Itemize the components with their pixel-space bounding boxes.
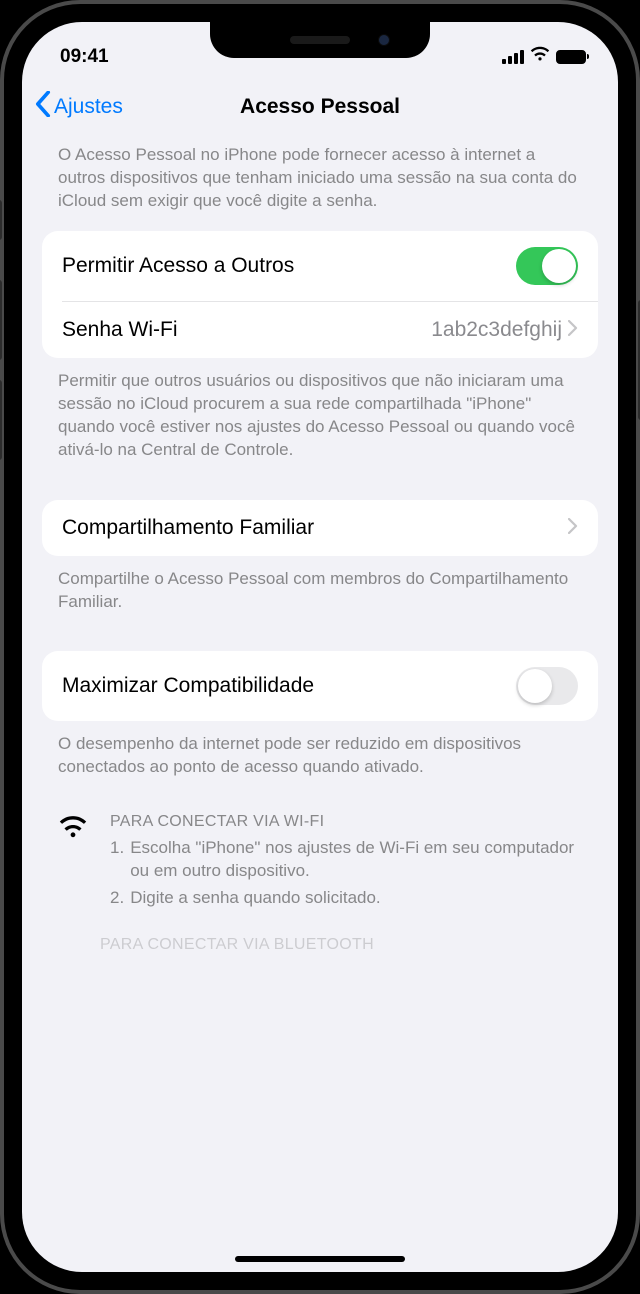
back-button[interactable]: Ajustes: [34, 91, 123, 123]
mute-switch: [0, 200, 2, 240]
wifi-password-label: Senha Wi-Fi: [62, 318, 178, 342]
content: O Acesso Pessoal no iPhone pode fornecer…: [22, 134, 618, 994]
wifi-instructions-header: PARA CONECTAR VIA WI-FI: [110, 813, 582, 831]
cellular-signal-icon: [502, 50, 524, 64]
maximize-compat-row[interactable]: Maximizar Compatibilidade: [42, 651, 598, 721]
allow-others-toggle[interactable]: [516, 247, 578, 285]
phone-frame: 09:41 Ajustes Acesso Pessoal O Ac: [0, 0, 640, 1294]
page-title: Acesso Pessoal: [240, 95, 400, 119]
screen: 09:41 Ajustes Acesso Pessoal O Ac: [22, 22, 618, 1272]
access-settings-footer: Permitir que outros usuários ou disposit…: [22, 358, 618, 474]
volume-down-button: [0, 380, 2, 460]
family-sharing-label: Compartilhamento Familiar: [62, 516, 314, 540]
nav-bar: Ajustes Acesso Pessoal: [22, 80, 618, 134]
chevron-right-icon: [568, 318, 578, 342]
allow-others-label: Permitir Acesso a Outros: [62, 254, 294, 278]
back-label: Ajustes: [54, 95, 123, 119]
wifi-instructions-list: Escolha "iPhone" nos ajustes de Wi-Fi em…: [110, 837, 582, 910]
family-sharing-row[interactable]: Compartilhamento Familiar: [42, 500, 598, 556]
compatibility-footer: O desempenho da internet pode ser reduzi…: [22, 721, 618, 791]
maximize-compat-toggle[interactable]: [516, 667, 578, 705]
status-indicators: [502, 46, 586, 68]
list-item: Escolha "iPhone" nos ajustes de Wi-Fi em…: [110, 837, 582, 883]
bluetooth-instructions-header: PARA CONECTAR VIA BLUETOOTH: [22, 914, 618, 954]
volume-up-button: [0, 280, 2, 360]
wifi-instructions: PARA CONECTAR VIA WI-FI Escolha "iPhone"…: [22, 791, 618, 914]
chevron-left-icon: [34, 91, 52, 123]
front-camera: [378, 34, 390, 46]
home-indicator[interactable]: [235, 1256, 405, 1262]
family-sharing-footer: Compartilhe o Acesso Pessoal com membros…: [22, 556, 618, 626]
family-sharing-group: Compartilhamento Familiar: [42, 500, 598, 556]
battery-icon: [556, 50, 586, 64]
status-time: 09:41: [60, 46, 109, 68]
access-settings-group: Permitir Acesso a Outros Senha Wi-Fi 1ab…: [42, 231, 598, 358]
speaker-grille: [290, 36, 350, 44]
wifi-password-value: 1ab2c3defghij: [431, 318, 578, 342]
allow-others-row[interactable]: Permitir Acesso a Outros: [42, 231, 598, 301]
maximize-compat-label: Maximizar Compatibilidade: [62, 674, 314, 698]
wifi-password-row[interactable]: Senha Wi-Fi 1ab2c3defghij: [62, 301, 598, 358]
wifi-icon: [530, 46, 550, 68]
compatibility-group: Maximizar Compatibilidade: [42, 651, 598, 721]
wifi-icon: [58, 813, 92, 914]
chevron-right-icon: [568, 516, 578, 540]
notch: [210, 22, 430, 58]
list-item: Digite a senha quando solicitado.: [110, 887, 582, 910]
intro-description: O Acesso Pessoal no iPhone pode fornecer…: [22, 134, 618, 231]
family-sharing-chevron: [568, 516, 578, 540]
